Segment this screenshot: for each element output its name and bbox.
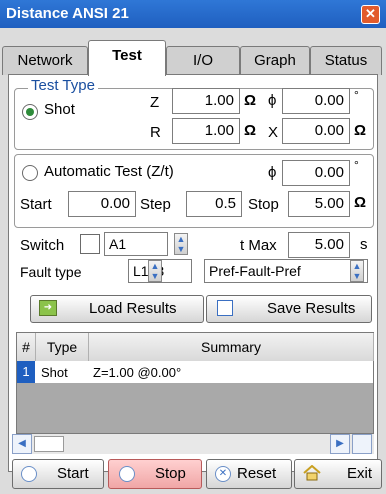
home-icon [303, 464, 321, 481]
x-input[interactable]: 0.00 [282, 118, 350, 144]
radio-dot-icon [26, 108, 34, 116]
exit-label: Exit [347, 465, 373, 482]
save-icon [217, 300, 233, 316]
stop-unit: Ω [354, 194, 367, 211]
r-label: R [150, 124, 161, 141]
title-bar: Distance ANSI 21 ✕ [0, 0, 386, 28]
load-results-button[interactable]: ➜ Load Results [30, 295, 204, 323]
switch-checkbox[interactable] [80, 234, 100, 254]
auto-test-radio[interactable] [22, 165, 38, 181]
play-icon [21, 466, 37, 482]
fault-sequence-select[interactable]: Pref-Fault-Pref [204, 259, 368, 283]
reset-label: Reset [237, 465, 277, 482]
stop-icon [119, 466, 135, 482]
tab-graph[interactable]: Graph [240, 46, 310, 75]
save-results-button[interactable]: Save Results [206, 295, 372, 323]
r-unit: Ω [244, 122, 257, 139]
results-table: # Type Summary 1 Shot Z=1.00 @0.00° [16, 332, 374, 434]
horizontal-scrollbar[interactable]: ◀ ▶ [12, 434, 374, 454]
start-label: Start [57, 465, 89, 482]
tab-test[interactable]: Test [88, 40, 166, 76]
distance-window: Distance ANSI 21 ✕ Network Test I/O Grap… [0, 0, 386, 494]
tab-status[interactable]: Status [310, 46, 382, 75]
col-header-type[interactable]: Type [36, 333, 89, 361]
step-input[interactable]: 0.5 [186, 191, 242, 217]
switch-select[interactable]: A1 [104, 232, 168, 256]
step-label: Step [140, 196, 171, 213]
table-row[interactable]: 1 Shot Z=1.00 @0.00° [17, 361, 373, 383]
z-input[interactable]: 1.00 [172, 88, 240, 114]
phi-label: ϕ [268, 92, 277, 109]
stop-label: Stop [155, 465, 186, 482]
fault-type-label: Fault type [20, 264, 82, 280]
shot-radio[interactable] [22, 104, 38, 120]
exit-button[interactable]: Exit [294, 459, 382, 489]
z-unit: Ω [244, 92, 257, 109]
x-unit: Ω [354, 122, 367, 139]
tab-io[interactable]: I/O [166, 46, 240, 75]
start-button[interactable]: Start [12, 459, 104, 489]
shot-label: Shot [44, 101, 75, 118]
start-input[interactable]: 0.00 [68, 191, 136, 217]
switch-spin-icon[interactable]: ▲ ▼ [174, 233, 188, 255]
start-label: Start [20, 196, 52, 213]
phi-input[interactable]: 0.00 [282, 88, 350, 114]
x-label: X [268, 124, 279, 141]
col-header-index[interactable]: # [17, 333, 36, 361]
scroll-thumb[interactable] [34, 436, 64, 452]
auto-test-label: Automatic Test (Z/t) [44, 163, 174, 180]
row-type: Shot [41, 365, 68, 380]
fault-sequence-spin-icon[interactable]: ▲ ▼ [350, 260, 364, 282]
auto-phi-label: ϕ [268, 164, 277, 181]
phi-unit: ° [354, 88, 359, 102]
tmax-unit: s [360, 236, 368, 253]
row-summary: Z=1.00 @0.00° [93, 365, 182, 380]
close-icon[interactable]: ✕ [361, 5, 380, 24]
stop-input[interactable]: 5.00 [288, 191, 350, 217]
r-input[interactable]: 1.00 [172, 118, 240, 144]
stop-button[interactable]: Stop [108, 459, 202, 489]
resize-grip-icon[interactable] [352, 434, 372, 454]
save-results-label: Save Results [267, 300, 356, 317]
col-header-summary[interactable]: Summary [89, 333, 374, 361]
tmax-label: t Max [240, 237, 277, 254]
row-index: 1 [17, 361, 35, 383]
test-type-legend: Test Type [28, 77, 98, 94]
auto-phi-input[interactable]: 0.00 [282, 160, 350, 186]
scroll-right-icon[interactable]: ▶ [330, 434, 350, 454]
z-label: Z [150, 94, 160, 111]
reset-button[interactable]: ✕ Reset [206, 459, 292, 489]
load-results-label: Load Results [89, 300, 177, 317]
stop-label: Stop [248, 196, 279, 213]
tmax-input[interactable]: 5.00 [288, 232, 350, 258]
load-icon: ➜ [39, 300, 57, 316]
window-title: Distance ANSI 21 [6, 5, 129, 22]
switch-label: Switch [20, 237, 65, 254]
tab-network[interactable]: Network [2, 46, 88, 75]
fault-type-spin-icon[interactable]: ▲ ▼ [148, 260, 162, 282]
reset-icon: ✕ [215, 466, 231, 482]
scroll-left-icon[interactable]: ◀ [12, 434, 32, 454]
auto-phi-unit: ° [354, 158, 359, 172]
